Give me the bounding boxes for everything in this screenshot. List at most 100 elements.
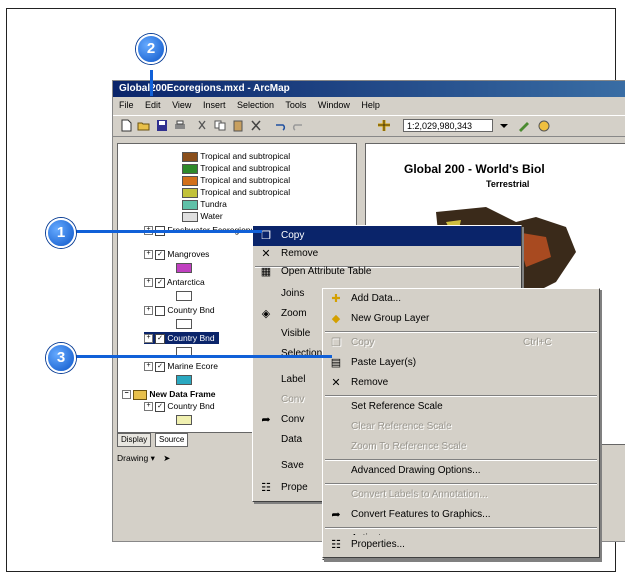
menu-item-new-group-layer[interactable]: ◆ New Group Layer [323, 309, 599, 329]
expand-icon[interactable]: + [144, 250, 153, 260]
callout-1-line [72, 230, 262, 233]
select-arrow-icon[interactable]: ➤ [163, 453, 170, 463]
layer-row[interactable]: + ✓ Country Bnd [144, 400, 215, 412]
layer-row[interactable]: + ✓ Marine Ecore [144, 360, 218, 372]
data-frame-context-menu: ✚ Add Data... ◆ New Group Layer ❐ Copy Ctrl+… [322, 288, 600, 560]
collapse-icon[interactable]: − [122, 390, 131, 400]
layer-checkbox[interactable]: ✓ [155, 361, 165, 372]
layer-checkbox[interactable] [155, 305, 165, 316]
callout-1: 1 [46, 218, 76, 248]
scale-dropdown-icon[interactable] [497, 119, 511, 132]
menu-item-remove[interactable]: ✕ Remove [323, 373, 599, 393]
layer-swatch-row [176, 317, 192, 329]
editor-icon[interactable] [517, 119, 531, 132]
layer-label: Country Bnd [167, 333, 215, 343]
window-title: Global200Ecoregions.mxd - ArcMap [113, 81, 625, 97]
legend-item: Tundra [182, 198, 227, 210]
remove-icon: ✕ [261, 248, 271, 260]
expand-icon[interactable]: + [144, 402, 153, 412]
chevron-down-icon[interactable]: ▾ [151, 453, 155, 463]
properties-icon: ☷ [261, 482, 271, 494]
menu-selection[interactable]: Selection [237, 100, 274, 110]
legend-item: Tropical and subtropical [182, 162, 290, 174]
map-scale-field[interactable]: 1:2,029,980,343 [403, 119, 493, 132]
save-icon[interactable] [155, 119, 169, 132]
print-icon[interactable] [173, 119, 187, 132]
menu-item-properties[interactable]: ☷ Properties... [323, 535, 599, 555]
layer-row[interactable]: + Country Bnd [144, 304, 215, 316]
tab-source[interactable]: Source [155, 433, 189, 447]
layer-checkbox[interactable]: ✓ [155, 333, 165, 344]
layer-swatch-row [176, 289, 192, 301]
callout-2: 2 [136, 34, 166, 64]
layer-swatch-row [176, 261, 192, 273]
legend-item: Tropical and subtropical [182, 150, 290, 162]
layer-row[interactable]: + ✓ Antarctica [144, 276, 205, 288]
layer-label: Mangroves [167, 249, 210, 259]
identify-icon[interactable] [537, 119, 551, 132]
layer-row-selected[interactable]: + ✓ Country Bnd [144, 332, 219, 344]
data-frame-row[interactable]: − New Data Frame [122, 388, 216, 400]
menu-item-remove[interactable]: ✕ Remove [253, 244, 521, 264]
menu-edit[interactable]: Edit [145, 100, 161, 110]
layer-swatch-row [176, 413, 192, 425]
menu-insert[interactable]: Insert [203, 100, 226, 110]
menu-item-copy[interactable]: ❐ Copy Ctrl+C [323, 333, 599, 353]
menu-window[interactable]: Window [318, 100, 350, 110]
add-data-icon: ✚ [331, 293, 341, 305]
expand-icon[interactable]: + [144, 334, 153, 344]
cut-icon[interactable] [195, 119, 209, 132]
tab-display[interactable]: Display [117, 433, 152, 447]
paste-icon[interactable] [231, 119, 245, 132]
menu-item-convert-features-to-graphics[interactable]: ➦ Convert Features to Graphics... [323, 505, 599, 525]
table-icon: ▦ [260, 266, 272, 278]
menu-item-advanced-drawing-options[interactable]: Advanced Drawing Options... [323, 461, 599, 481]
copy-icon: ❐ [331, 337, 341, 349]
undo-icon[interactable] [273, 119, 287, 132]
legend-swatch [176, 414, 192, 425]
menu-tools[interactable]: Tools [285, 100, 306, 110]
layer-checkbox[interactable]: ✓ [155, 401, 165, 412]
legend-swatch [182, 163, 198, 174]
menu-item-zoom-to-reference-scale[interactable]: Zoom To Reference Scale [323, 437, 599, 457]
delete-icon[interactable] [249, 119, 263, 132]
expand-icon[interactable]: + [144, 362, 153, 372]
legend-label: Water [200, 211, 223, 221]
redo-icon[interactable] [291, 119, 305, 132]
menu-item-copy[interactable]: ❐ Copy [253, 226, 521, 246]
expand-icon[interactable]: + [144, 306, 153, 316]
menu-view[interactable]: View [172, 100, 191, 110]
menu-item-clear-reference-scale[interactable]: Clear Reference Scale [323, 417, 599, 437]
legend-swatch [182, 187, 198, 198]
menu-item-open-attribute-table[interactable]: ▦ Open Attribute Table [253, 262, 521, 282]
menu-item-paste-layers[interactable]: ▤ Paste Layer(s) [323, 353, 599, 373]
copy-icon[interactable] [213, 119, 227, 132]
layer-label: Marine Ecore [167, 361, 218, 371]
menu-bar: File Edit View Insert Selection Tools Wi… [113, 97, 625, 113]
expand-icon[interactable]: + [144, 278, 153, 288]
new-document-icon[interactable] [119, 119, 133, 132]
copy-shortcut: Ctrl+C [523, 337, 552, 348]
data-frame-context-menu-tail: ☷ Properties... [322, 535, 600, 558]
layer-swatch-row [176, 373, 192, 385]
menu-item-add-data[interactable]: ✚ Add Data... [323, 289, 599, 309]
legend-swatch [182, 199, 198, 210]
drawing-menu[interactable]: Drawing [117, 453, 148, 463]
legend-label: Tropical and subtropical [200, 163, 291, 173]
legend-label: Tropical and subtropical [200, 187, 291, 197]
legend-item: Tropical and subtropical [182, 186, 290, 198]
menu-item-convert-labels-to-annotation[interactable]: Convert Labels to Annotation... [323, 485, 599, 505]
layer-checkbox[interactable]: ✓ [155, 277, 165, 288]
layer-checkbox[interactable]: ✓ [155, 249, 165, 260]
zoom-icon: ◈ [261, 308, 271, 320]
menu-help[interactable]: Help [361, 100, 380, 110]
legend-swatch [176, 262, 192, 273]
legend-label: Tropical and subtropical [200, 151, 291, 161]
add-data-icon[interactable] [377, 119, 391, 132]
menu-file[interactable]: File [119, 100, 134, 110]
layer-row[interactable]: + ✓ Mangroves [144, 248, 209, 260]
menu-item-set-reference-scale[interactable]: Set Reference Scale [323, 397, 599, 417]
open-folder-icon[interactable] [137, 119, 151, 132]
layout-map-subtitle: Terrestrial [486, 179, 530, 189]
legend-swatch [176, 318, 192, 329]
